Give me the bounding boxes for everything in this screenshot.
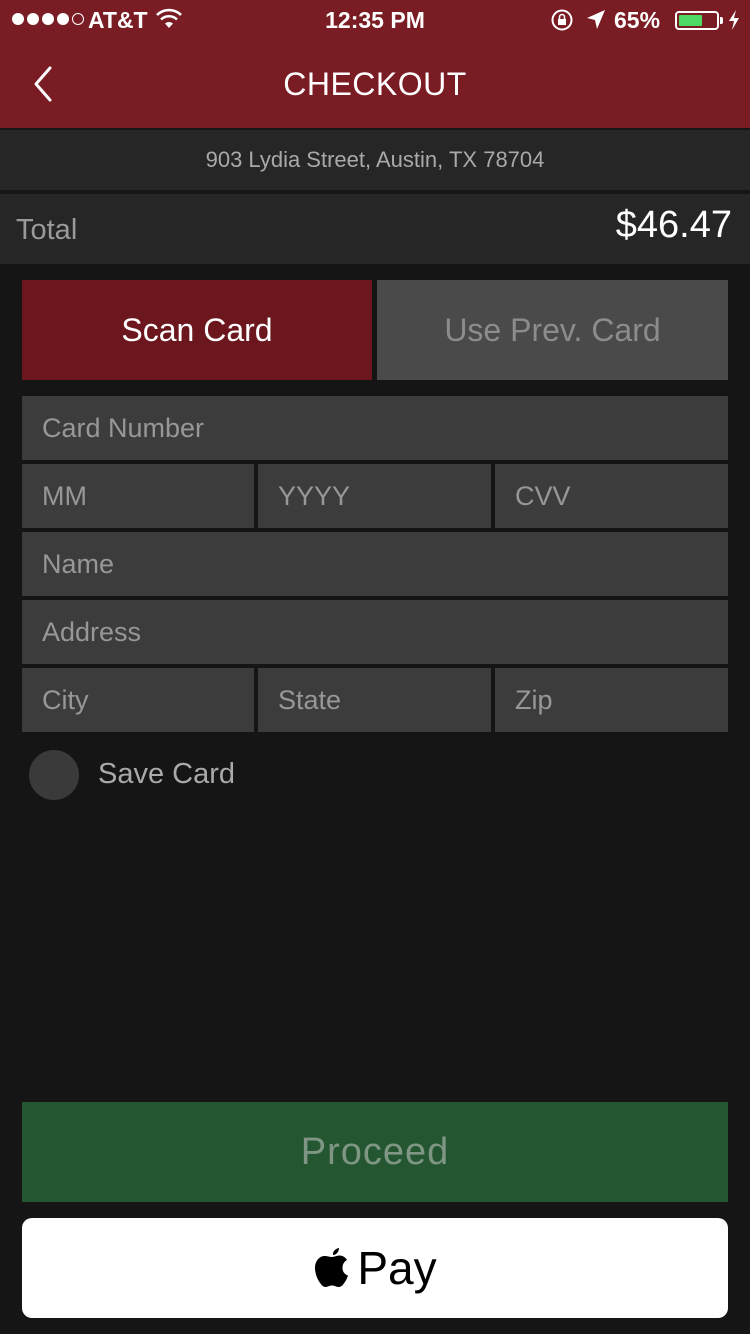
name-field[interactable]: Name [22, 532, 728, 596]
save-card-toggle[interactable] [29, 750, 79, 800]
battery-level-fill [679, 15, 702, 26]
orientation-lock-icon [550, 8, 574, 38]
total-row: Total $46.47 [0, 194, 750, 264]
apple-pay-label: Pay [357, 1242, 437, 1294]
zip-field[interactable]: Zip [495, 668, 728, 732]
proceed-button[interactable]: Proceed [22, 1102, 728, 1202]
expiry-year-field[interactable]: YYYY [258, 464, 491, 528]
city-field[interactable]: City [22, 668, 254, 732]
address-field[interactable]: Address [22, 600, 728, 664]
scan-card-button[interactable]: Scan Card [22, 280, 372, 380]
total-amount: $46.47 [615, 204, 732, 246]
page-title: CHECKOUT [283, 66, 467, 102]
top-bar: AT&T 12:35 PM 65% CHECKOUT [0, 0, 750, 128]
apple-logo-icon [313, 1244, 351, 1293]
cvv-field[interactable]: CVV [495, 464, 728, 528]
apple-pay-button[interactable]: Pay [22, 1218, 728, 1318]
expiry-month-field[interactable]: MM [22, 464, 254, 528]
save-card-label: Save Card [98, 758, 236, 790]
battery-icon [675, 11, 723, 30]
state-field[interactable]: State [258, 668, 491, 732]
battery-percentage: 65% [614, 7, 661, 33]
use-previous-card-button[interactable]: Use Prev. Card [377, 280, 728, 380]
charging-bolt-icon [727, 9, 741, 37]
card-number-field[interactable]: Card Number [22, 396, 728, 460]
total-label: Total [16, 214, 78, 246]
location-arrow-icon [586, 9, 606, 37]
delivery-address: 903 Lydia Street, Austin, TX 78704 [0, 130, 750, 190]
status-bar: AT&T 12:35 PM 65% [0, 0, 750, 40]
